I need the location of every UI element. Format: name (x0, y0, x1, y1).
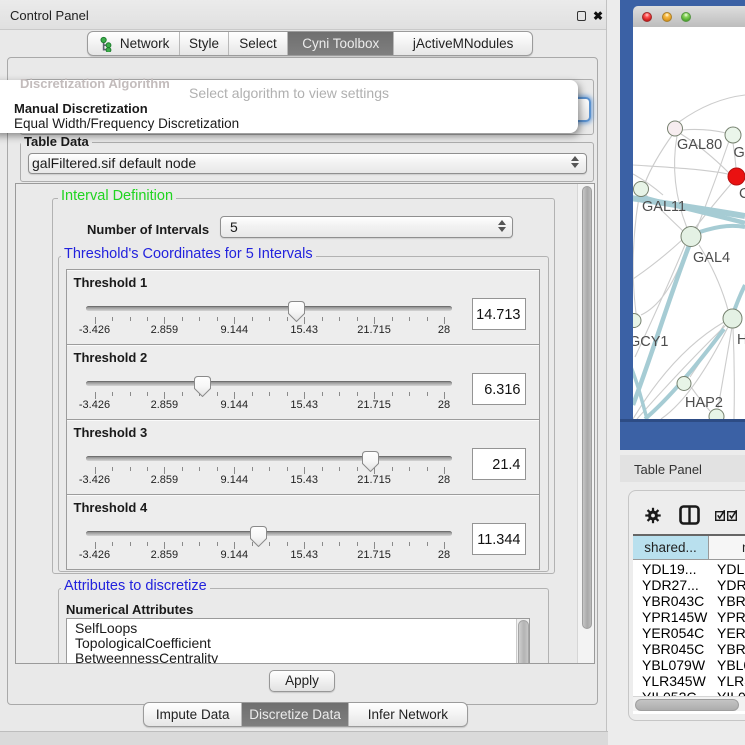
svg-text:GAL4: GAL4 (693, 250, 730, 266)
svg-text:GAL11: GAL11 (642, 199, 686, 215)
svg-text:H: H (737, 332, 745, 348)
svg-text:HAP2: HAP2 (685, 395, 723, 411)
svg-text:GA: GA (734, 145, 745, 161)
svg-text:GCY1: GCY1 (633, 334, 669, 350)
svg-text:GAL80: GAL80 (677, 137, 722, 153)
svg-text:C: C (739, 186, 745, 202)
